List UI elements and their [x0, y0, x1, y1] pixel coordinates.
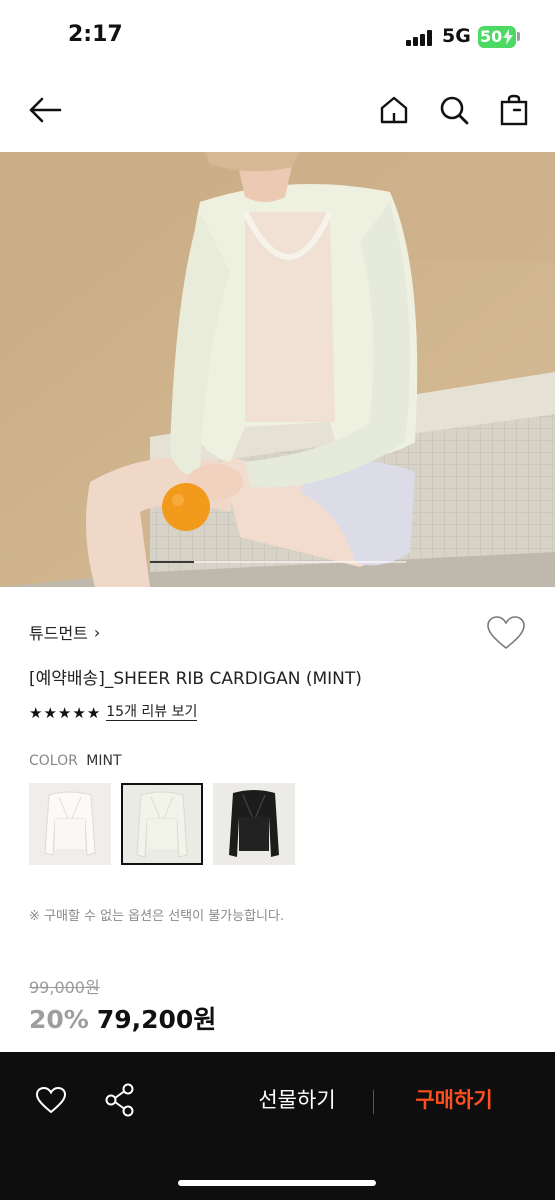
search-icon — [440, 96, 469, 125]
original-price: 99,000원 — [29, 978, 100, 997]
discount-rate: 20% — [29, 1005, 89, 1034]
like-button[interactable] — [31, 1080, 71, 1120]
back-button[interactable] — [25, 90, 65, 130]
product-photo — [0, 152, 555, 587]
heart-icon — [487, 616, 525, 650]
status-time: 2:17 — [68, 22, 123, 47]
color-swatches — [29, 783, 295, 865]
star-icon: ★ — [43, 703, 57, 722]
bottom-action-bar: 선물하기 구매하기 — [0, 1052, 555, 1200]
back-arrow-icon — [29, 97, 62, 123]
option-notice: ※ 구매할 수 없는 옵션은 선택이 불가능합니다. — [29, 909, 285, 924]
gift-button[interactable]: 선물하기 — [238, 1084, 356, 1114]
star-icon: ★ — [57, 703, 72, 722]
cart-button[interactable] — [494, 90, 534, 130]
buy-button[interactable]: 구매하기 — [395, 1084, 513, 1114]
star-icon: ★ — [72, 703, 86, 722]
color-label: COLOR — [29, 753, 78, 769]
review-link[interactable]: 15개 리뷰 보기 — [106, 704, 198, 721]
heart-icon — [35, 1086, 67, 1114]
carousel-progress-fill — [150, 561, 194, 563]
carousel-progress — [150, 561, 406, 563]
chevron-right-icon: › — [93, 622, 101, 642]
swatch-mint-image — [121, 783, 203, 865]
charging-icon — [503, 29, 513, 45]
button-divider — [373, 1090, 374, 1114]
signal-icon — [406, 30, 434, 46]
color-option-label: COLOR MINT — [29, 753, 122, 769]
share-icon — [105, 1083, 134, 1117]
wishlist-button[interactable] — [486, 615, 526, 653]
product-image-carousel[interactable] — [0, 152, 555, 587]
product-title: [예약배송]_SHEER RIB CARDIGAN (MINT) — [29, 669, 362, 689]
battery-icon: 50 — [478, 26, 516, 48]
rating-stars: ★ ★ ★ ★ ★ — [29, 705, 100, 721]
swatch-mint[interactable] — [121, 783, 203, 865]
brand-link[interactable]: 튜드먼트 › — [29, 620, 100, 644]
home-indicator — [178, 1180, 376, 1186]
network-type: 5G — [442, 25, 471, 47]
battery-level: 50 — [480, 27, 503, 46]
home-icon — [380, 96, 408, 124]
price-row: 20% 79,200원 — [29, 1000, 216, 1036]
share-button[interactable] — [100, 1080, 140, 1120]
rating-row: ★ ★ ★ ★ ★ 15개 리뷰 보기 — [29, 704, 198, 721]
swatch-ivory[interactable] — [29, 783, 111, 865]
status-bar: 2:17 5G 50 — [0, 0, 555, 72]
sale-price: 79,200원 — [96, 1005, 217, 1034]
battery-cap — [517, 32, 520, 41]
swatch-black-image — [213, 783, 295, 865]
star-icon: ★ — [29, 703, 43, 722]
shopping-bag-icon — [500, 94, 528, 126]
color-value: MINT — [86, 753, 122, 769]
swatch-ivory-image — [29, 783, 111, 865]
top-nav — [0, 72, 555, 152]
brand-name: 튜드먼트 — [29, 624, 88, 643]
home-button[interactable] — [374, 90, 414, 130]
star-icon: ★ — [86, 703, 101, 722]
search-button[interactable] — [434, 90, 474, 130]
swatch-black[interactable] — [213, 783, 295, 865]
